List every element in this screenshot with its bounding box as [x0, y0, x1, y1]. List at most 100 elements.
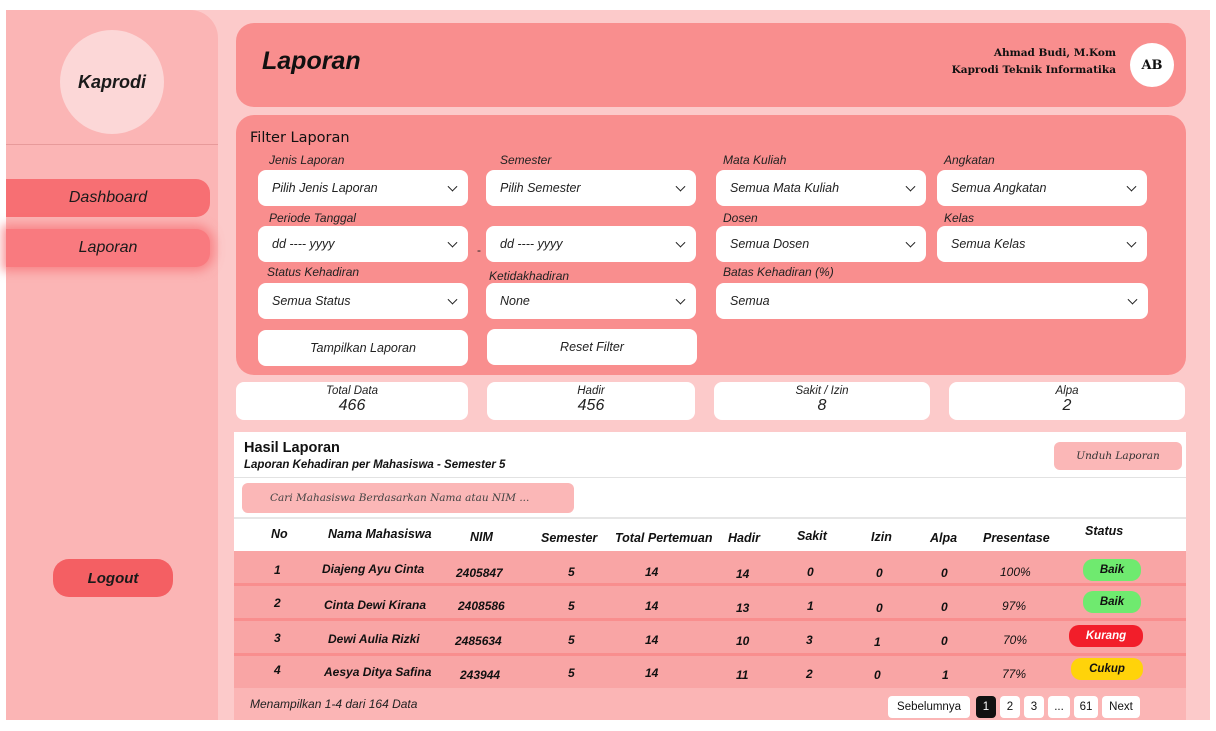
- cell-nama: Aesya Ditya Safina: [324, 665, 432, 679]
- periode-from-value: dd ---- yyyy: [272, 237, 335, 251]
- sidebar-item-label: Dashboard: [68, 189, 148, 206]
- pagination-page-3[interactable]: 3: [1024, 696, 1044, 718]
- column-header: NIM: [470, 530, 493, 544]
- jenis-laporan-label: Jenis Laporan: [269, 153, 345, 167]
- batas-kehadiran-select[interactable]: Semua: [716, 283, 1148, 319]
- cell-presentase: 77%: [1002, 667, 1027, 681]
- column-header: Sakit: [797, 529, 827, 543]
- periode-to-select[interactable]: dd ---- yyyy: [486, 226, 696, 262]
- mata-kuliah-select[interactable]: Semua Mata Kuliah: [716, 170, 926, 206]
- chevron-down-icon: [675, 181, 686, 192]
- pagination-page-1[interactable]: 1: [976, 696, 996, 718]
- page-header: Laporan Ahmad Budi, M.Kom Kaprodi Teknik…: [236, 23, 1186, 107]
- cell-sakit: 3: [806, 633, 813, 647]
- cell-hadir: 13: [736, 601, 750, 615]
- chevron-down-icon: [905, 237, 916, 248]
- chevron-down-icon: [675, 237, 686, 248]
- stat-total: Total Data 466: [236, 382, 468, 420]
- stat-hadir-value: 456: [577, 397, 605, 414]
- chevron-down-icon: [675, 294, 686, 305]
- cell-nama: Dewi Aulia Rizki: [328, 632, 420, 646]
- page-title: Laporan: [262, 47, 361, 75]
- kelas-label: Kelas: [944, 211, 975, 225]
- download-report-button[interactable]: Unduh Laporan: [1054, 442, 1182, 470]
- semester-select[interactable]: Pilih Semester: [486, 170, 696, 206]
- reset-filter-button[interactable]: Reset Filter: [487, 329, 697, 365]
- pagination-ellipsis: ...: [1048, 696, 1070, 718]
- sidebar-item-dashboard[interactable]: Dashboard: [6, 179, 210, 217]
- ketidakhadiran-select[interactable]: None: [486, 283, 696, 319]
- cell-izin: 0: [876, 566, 883, 580]
- column-header: Nama Mahasiswa: [328, 527, 432, 541]
- pagination-page-2[interactable]: 2: [1000, 696, 1020, 718]
- filter-panel: Filter Laporan Jenis Laporan Pilih Jenis…: [236, 115, 1186, 375]
- cell-nim: 2405847: [456, 566, 503, 580]
- search-input[interactable]: Cari Mahasiswa Berdasarkan Nama atau NIM…: [242, 483, 574, 513]
- sidebar-item-laporan[interactable]: Laporan: [6, 229, 210, 267]
- pagination-prev[interactable]: Sebelumnya: [888, 696, 970, 718]
- logout-button[interactable]: Logout: [53, 559, 173, 597]
- cell-no: 4: [274, 663, 281, 677]
- ketidakhadiran-value: None: [500, 294, 530, 308]
- stat-alpa: Alpa 2: [949, 382, 1185, 420]
- cell-alpa: 0: [941, 600, 948, 614]
- pagination-next[interactable]: Next: [1102, 696, 1140, 718]
- cell-hadir: 14: [736, 567, 750, 581]
- filter-title: Filter Laporan: [250, 130, 350, 146]
- mata-kuliah-value: Semua Mata Kuliah: [730, 181, 840, 195]
- status-badge: Kurang: [1069, 625, 1143, 647]
- cell-alpa: 0: [941, 634, 948, 648]
- stat-total-value: 466: [338, 397, 366, 414]
- cell-no: 1: [274, 563, 281, 577]
- cell-total: 14: [645, 666, 659, 680]
- column-header: Semester: [541, 531, 598, 545]
- angkatan-select[interactable]: Semua Angkatan: [937, 170, 1147, 206]
- stat-hadir-label: Hadir: [577, 385, 605, 397]
- column-header: Hadir: [728, 531, 760, 545]
- cell-nama: Cinta Dewi Kirana: [324, 598, 427, 612]
- periode-from-select[interactable]: dd ---- yyyy: [258, 226, 468, 262]
- cell-nama: Diajeng Ayu Cinta: [322, 562, 425, 576]
- cell-sakit: 0: [807, 565, 814, 579]
- logout-label: Logout: [87, 569, 139, 587]
- chevron-down-icon: [1127, 294, 1138, 305]
- chevron-down-icon: [905, 181, 916, 192]
- stat-alpa-label: Alpa: [1055, 385, 1079, 397]
- status-kehadiran-label: Status Kehadiran: [267, 265, 360, 279]
- cell-nim: 243944: [460, 668, 501, 682]
- column-header: No: [271, 527, 288, 541]
- cell-total: 14: [645, 565, 659, 579]
- avatar[interactable]: AB: [1130, 43, 1174, 87]
- cell-nim: 2408586: [458, 599, 505, 613]
- pagination-page-last[interactable]: 61: [1074, 696, 1098, 718]
- table-header-divider: [234, 517, 1186, 519]
- periode-separator: -: [477, 243, 481, 257]
- stat-total-label: Total Data: [326, 385, 378, 397]
- role-logo-text: Kaprodi: [77, 71, 146, 92]
- cell-presentase: 97%: [1002, 599, 1027, 613]
- cell-izin: 1: [874, 635, 881, 649]
- stat-sakit-label: Sakit / Izin: [795, 385, 849, 397]
- column-header: Status: [1085, 524, 1124, 538]
- sidebar-divider: [6, 144, 218, 145]
- cell-izin: 0: [874, 668, 881, 682]
- mata-kuliah-label: Mata Kuliah: [723, 153, 787, 167]
- column-header: Presentase: [983, 531, 1050, 545]
- results-panel: Hasil Laporan Laporan Kehadiran per Maha…: [234, 432, 1186, 720]
- cell-nim: 2485634: [455, 634, 502, 648]
- column-header: Alpa: [930, 531, 958, 545]
- jenis-laporan-select[interactable]: Pilih Jenis Laporan: [258, 170, 468, 206]
- stat-hadir: Hadir 456: [487, 382, 695, 420]
- dosen-label: Dosen: [723, 211, 758, 225]
- sidebar: Kaprodi Dashboard Laporan Logout: [6, 10, 218, 720]
- show-report-button[interactable]: Tampilkan Laporan: [258, 330, 468, 366]
- cell-presentase: 100%: [1000, 565, 1031, 579]
- semester-value: Pilih Semester: [500, 181, 581, 195]
- periode-to-value: dd ---- yyyy: [500, 237, 563, 251]
- status-kehadiran-select[interactable]: Semua Status: [258, 283, 468, 319]
- dosen-select[interactable]: Semua Dosen: [716, 226, 926, 262]
- kelas-select[interactable]: Semua Kelas: [937, 226, 1147, 262]
- cell-semester: 5: [568, 633, 575, 647]
- results-divider: [234, 477, 1186, 478]
- pagination-summary: Menampilkan 1-4 dari 164 Data: [250, 697, 418, 711]
